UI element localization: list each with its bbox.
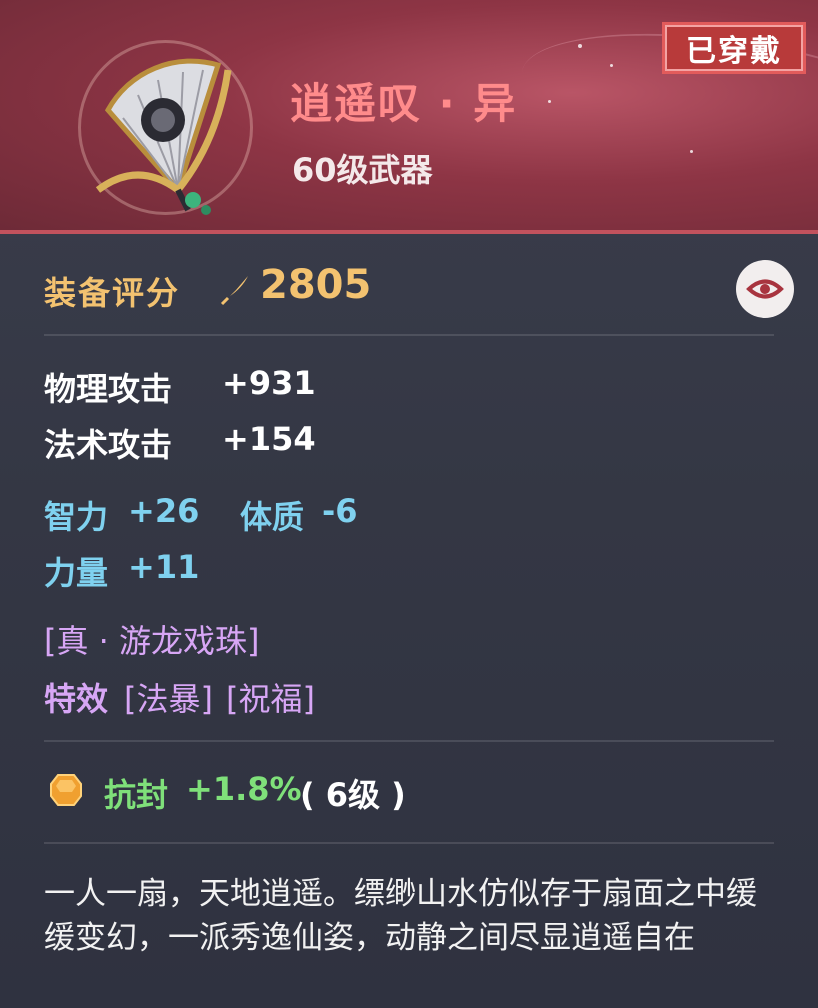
divider (44, 740, 774, 742)
attr-value-intelligence: +26 (128, 492, 200, 530)
attr-name-constitution: 体质 (240, 498, 305, 536)
effect-label: 特效 (44, 680, 109, 718)
eye-icon (746, 279, 784, 299)
divider (44, 334, 774, 336)
item-header: 逍遥叹 · 异 60级武器 已穿戴 (0, 0, 818, 232)
stat-value-magic-attack: +154 (222, 420, 316, 458)
special-skill: [真 · 游龙戏珠] (44, 622, 260, 660)
effect-blessing: [祝福] (226, 680, 315, 718)
fan-graphic (95, 58, 232, 215)
item-level-type: 60级武器 (292, 151, 433, 189)
item-description: 一人一扇，天地逍遥。缥缈山水仿似存于扇面之中缓缓变幻，一派秀逸仙姿，动静之间尽显… (44, 876, 757, 956)
sparkle (610, 64, 613, 67)
view-model-button[interactable] (736, 260, 794, 318)
gem-level: ( 6级 ) (300, 776, 406, 814)
sparkle (690, 150, 693, 153)
stat-name-physical-attack: 物理攻击 (44, 370, 173, 408)
attr-value-constitution: -6 (322, 492, 358, 530)
effect-crit: [法暴] (124, 680, 213, 718)
gem-stat-name: 抗封 (104, 776, 169, 814)
sparkle (548, 100, 551, 103)
sparkle (578, 44, 582, 48)
header-divider (0, 230, 818, 234)
item-tooltip-panel: 逍遥叹 · 异 60级武器 已穿戴 装备评分 2805 物理攻击 +931 法术… (0, 0, 818, 1008)
stat-value-physical-attack: +931 (222, 364, 316, 402)
equipped-badge: 已穿戴 (662, 22, 806, 74)
score-value: 2805 (260, 262, 372, 308)
quill-icon (220, 276, 248, 306)
score-label: 装备评分 (44, 274, 181, 312)
stat-name-magic-attack: 法术攻击 (44, 426, 173, 464)
attr-value-strength: +11 (128, 548, 200, 586)
attr-name-intelligence: 智力 (44, 498, 109, 536)
fan-weapon-icon (78, 40, 253, 215)
attr-name-strength: 力量 (44, 554, 109, 592)
amber-gem-icon (50, 774, 82, 806)
gem-stat-value: +1.8% (186, 770, 302, 808)
item-title: 逍遥叹 · 异 (290, 79, 518, 128)
divider (44, 842, 774, 844)
